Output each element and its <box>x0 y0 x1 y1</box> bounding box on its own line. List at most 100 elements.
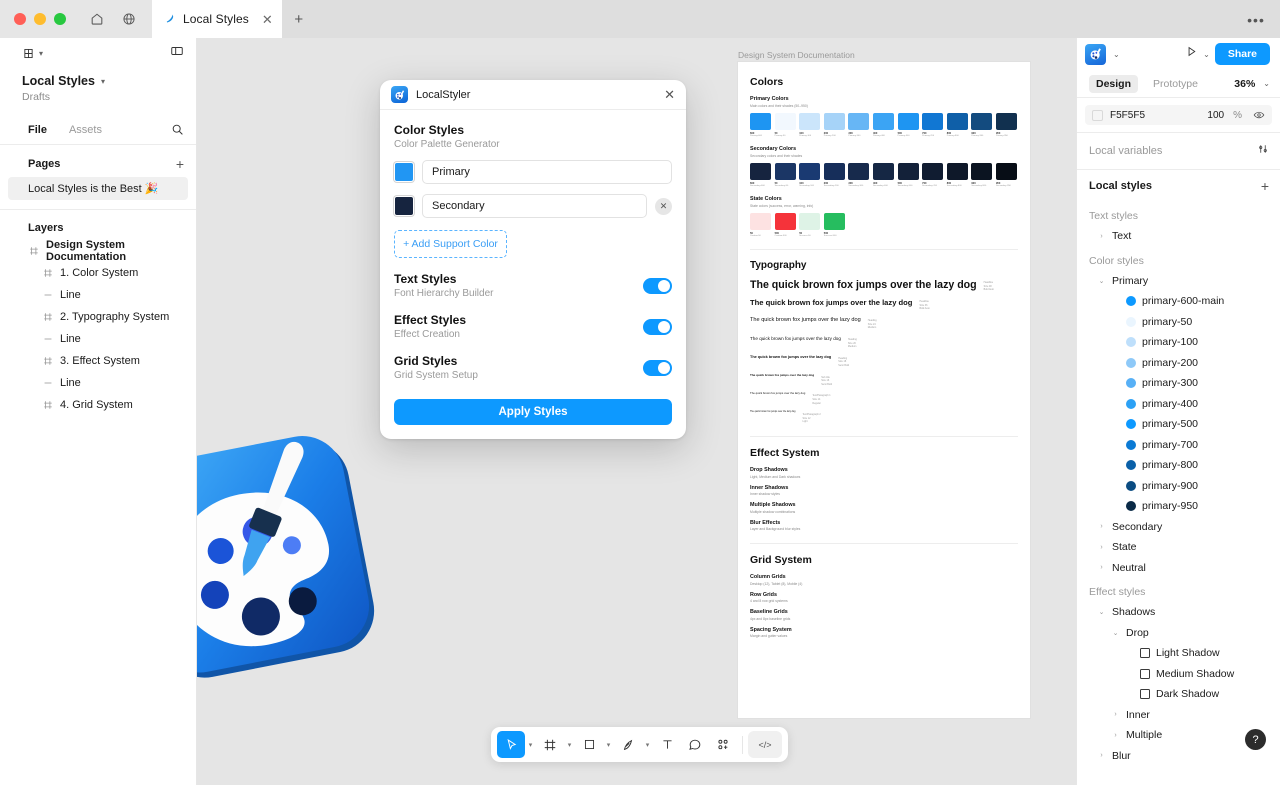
color-style-item[interactable]: primary-100 <box>1077 332 1280 353</box>
effect-style-item[interactable]: Medium Shadow <box>1077 664 1280 685</box>
help-button[interactable]: ? <box>1245 729 1266 750</box>
tab-design[interactable]: Design <box>1089 74 1139 93</box>
globe-icon[interactable] <box>114 4 144 34</box>
add-style-button[interactable]: + <box>1261 179 1269 193</box>
chevron-down-icon[interactable]: ▾ <box>603 741 614 749</box>
share-button[interactable]: Share <box>1214 43 1270 65</box>
fill-opacity-value[interactable]: 100 <box>1207 110 1224 121</box>
add-support-color-button[interactable]: + Add Support Color <box>394 230 507 258</box>
tab-assets[interactable]: Assets <box>69 124 102 136</box>
chevron-down-icon[interactable]: ⌄ <box>1203 50 1210 59</box>
home-icon[interactable] <box>82 4 112 34</box>
chevron-down-icon[interactable]: ⌄ <box>1263 79 1270 88</box>
color-style-item[interactable]: primary-400 <box>1077 394 1280 415</box>
layer-item[interactable]: Line <box>0 284 196 306</box>
layer-item[interactable]: Line <box>0 372 196 394</box>
close-icon[interactable]: ✕ <box>664 88 675 101</box>
sliders-icon[interactable] <box>1257 142 1269 160</box>
move-tool[interactable] <box>497 731 525 758</box>
chevron-down-icon[interactable]: ⌄ <box>1113 50 1120 59</box>
layer-item[interactable]: 1. Color System <box>0 262 196 284</box>
effect-style-item[interactable]: Light Shadow <box>1077 643 1280 664</box>
chevron-right-icon[interactable]: › <box>1097 523 1106 530</box>
toggle-switch[interactable] <box>643 318 672 335</box>
chevron-down-icon[interactable]: ▾ <box>525 741 536 749</box>
main-menu-button[interactable]: ▾ <box>22 47 43 60</box>
fill-hex-value[interactable]: F5F5F5 <box>1110 110 1200 121</box>
eye-icon[interactable] <box>1253 109 1265 121</box>
color-style-item[interactable]: primary-200 <box>1077 353 1280 374</box>
color-style-item[interactable]: primary-500 <box>1077 414 1280 435</box>
page-item[interactable]: Local Styles is the Best 🎉 <box>8 177 188 200</box>
color-name-input[interactable]: Primary <box>422 160 672 184</box>
style-group-item[interactable]: ⌄ Primary <box>1077 271 1280 292</box>
close-icon[interactable]: ✕ <box>262 13 273 26</box>
layer-item[interactable]: 2. Typography System <box>0 306 196 328</box>
dev-mode-toggle[interactable]: </> <box>748 731 782 758</box>
browser-tab-local-styles[interactable]: Local Styles ✕ <box>152 0 282 38</box>
chevron-down-icon[interactable]: ▾ <box>101 77 105 86</box>
toggle-switch[interactable] <box>643 277 672 294</box>
avatar[interactable] <box>1085 43 1106 65</box>
style-group-item[interactable]: › Text <box>1077 226 1280 247</box>
search-icon[interactable] <box>171 123 184 136</box>
add-page-button[interactable]: + <box>176 157 184 171</box>
chevron-right-icon[interactable]: › <box>1111 732 1120 739</box>
overflow-menu-icon[interactable]: ••• <box>1242 9 1270 31</box>
tab-prototype[interactable]: Prototype <box>1146 75 1205 93</box>
remove-color-button[interactable]: ✕ <box>655 197 672 215</box>
style-group-item[interactable]: ⌄ Shadows <box>1077 602 1280 623</box>
chevron-down-icon[interactable]: ▾ <box>564 741 575 749</box>
style-group-item[interactable]: › Inner <box>1077 705 1280 726</box>
text-tool[interactable] <box>653 731 681 758</box>
color-style-item[interactable]: primary-950 <box>1077 496 1280 517</box>
layer-item[interactable]: Line <box>0 328 196 350</box>
fill-color-swatch[interactable] <box>1092 109 1103 121</box>
chevron-right-icon[interactable]: › <box>1097 564 1106 571</box>
actions-tool[interactable] <box>709 731 737 758</box>
minimize-window-button[interactable] <box>34 13 46 25</box>
color-style-item[interactable]: primary-300 <box>1077 373 1280 394</box>
style-group-item[interactable]: ⌄ Drop <box>1077 623 1280 644</box>
color-swatch-button[interactable] <box>394 162 414 182</box>
chevron-down-icon[interactable]: ⌄ <box>1111 629 1120 637</box>
chevron-right-icon[interactable]: › <box>1111 711 1120 718</box>
style-group-item[interactable]: › Neutral <box>1077 558 1280 579</box>
tab-file[interactable]: File <box>28 124 47 136</box>
pen-tool[interactable] <box>614 731 642 758</box>
frame-label[interactable]: Design System Documentation <box>738 50 855 60</box>
fill-row[interactable]: F5F5F5 100 % <box>1085 105 1272 125</box>
panel-toggle-icon[interactable] <box>170 44 184 63</box>
layer-item[interactable]: 3. Effect System <box>0 350 196 372</box>
chevron-down-icon[interactable]: ⌄ <box>1097 277 1106 285</box>
effect-style-item[interactable]: Dark Shadow <box>1077 684 1280 705</box>
local-variables-section[interactable]: Local variables <box>1077 132 1280 169</box>
apply-styles-button[interactable]: Apply Styles <box>394 399 672 425</box>
toggle-switch[interactable] <box>643 359 672 376</box>
chevron-down-icon[interactable]: ⌄ <box>1097 608 1106 616</box>
chevron-right-icon[interactable]: › <box>1097 233 1106 240</box>
shape-tool[interactable] <box>575 731 603 758</box>
color-style-item[interactable]: primary-700 <box>1077 435 1280 456</box>
color-style-item[interactable]: primary-900 <box>1077 476 1280 497</box>
chevron-down-icon[interactable]: ▾ <box>642 741 653 749</box>
style-group-item[interactable]: › State <box>1077 537 1280 558</box>
layer-item[interactable]: 4. Grid System <box>0 394 196 416</box>
play-icon[interactable] <box>1185 45 1198 63</box>
chevron-right-icon[interactable]: › <box>1097 544 1106 551</box>
layer-item[interactable]: Design System Documentation <box>0 239 196 263</box>
frame-tool[interactable] <box>536 731 564 758</box>
color-swatch-button[interactable] <box>394 196 414 216</box>
chevron-right-icon[interactable]: › <box>1097 752 1106 759</box>
color-name-input[interactable]: Secondary <box>422 194 647 218</box>
new-tab-button[interactable]: + <box>281 0 316 38</box>
comment-tool[interactable] <box>681 731 709 758</box>
design-system-document[interactable]: Colors Primary Colors Main colors and th… <box>738 62 1030 718</box>
close-window-button[interactable] <box>14 13 26 25</box>
window-controls[interactable] <box>14 13 66 25</box>
maximize-window-button[interactable] <box>54 13 66 25</box>
color-style-item[interactable]: primary-600-main <box>1077 291 1280 312</box>
style-group-item[interactable]: › Secondary <box>1077 517 1280 538</box>
color-style-item[interactable]: primary-800 <box>1077 455 1280 476</box>
color-style-item[interactable]: primary-50 <box>1077 312 1280 333</box>
